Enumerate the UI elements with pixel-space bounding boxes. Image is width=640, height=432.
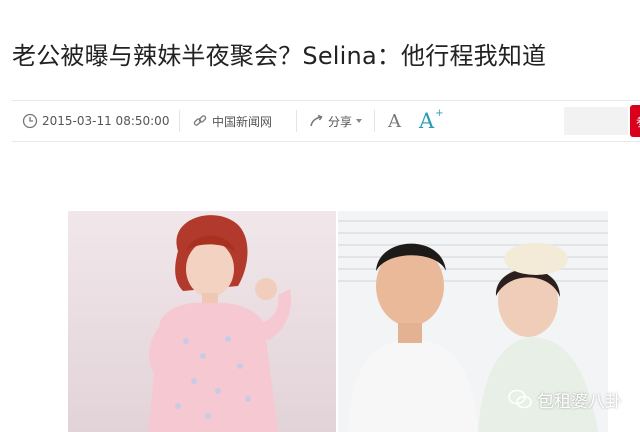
article-meta-toolbar: 2015-03-11 08:50:00 中国新闻网 分享 A A +	[12, 100, 640, 142]
font-small-label: A	[388, 110, 401, 132]
wechat-icon	[508, 389, 532, 409]
watermark: 包租婆八卦	[508, 386, 622, 412]
link-icon	[192, 113, 208, 129]
divider	[179, 110, 180, 132]
share-button[interactable]: 分享	[308, 101, 367, 141]
source-text: 中国新闻网	[212, 114, 273, 129]
source-link[interactable]: 中国新闻网	[192, 101, 272, 141]
search-input[interactable]	[564, 107, 628, 135]
font-large-plus: +	[435, 107, 444, 119]
article-title: 老公被曝与辣妹半夜聚会？Selina：他行程我知道	[12, 42, 547, 70]
font-decrease-button[interactable]: A	[388, 101, 401, 141]
publish-datetime: 2015-03-11 08:50:00	[22, 101, 169, 141]
share-icon	[308, 113, 324, 129]
divider	[374, 110, 375, 132]
datetime-text: 2015-03-11 08:50:00	[42, 114, 170, 128]
article-photo-left	[68, 211, 336, 432]
share-label: 分享	[328, 114, 353, 129]
watermark-text: 包租婆八卦	[537, 391, 622, 412]
red-button-label: 参	[636, 113, 640, 130]
chevron-down-icon	[355, 117, 363, 125]
font-large-label: A	[419, 109, 435, 133]
font-increase-button[interactable]: A +	[419, 101, 444, 141]
red-action-button[interactable]: 参	[630, 105, 640, 137]
divider	[296, 110, 297, 132]
clock-icon	[22, 113, 38, 129]
